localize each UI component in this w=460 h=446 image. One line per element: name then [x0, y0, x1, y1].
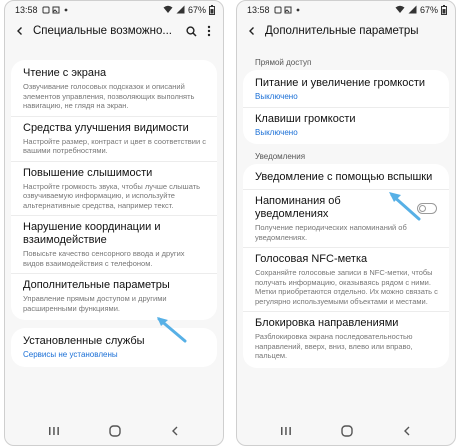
left-phone-screen: 13:58 67% Специальные возможно... Чтение…: [4, 0, 224, 446]
back-button[interactable]: [243, 22, 261, 40]
settings-list: Прямой доступ Питание и увеличение громк…: [237, 54, 455, 417]
list-item-visibility[interactable]: Средства улучшения видимости Настройте р…: [11, 117, 217, 162]
sim-icon: [274, 6, 282, 13]
list-item-advanced-settings[interactable]: Дополнительные параметры Управление прям…: [11, 274, 217, 318]
list-item-dexterity[interactable]: Нарушение координации и взаимодействие П…: [11, 216, 217, 274]
notification-icons: [42, 6, 70, 14]
item-title: Клавиши громкости: [255, 112, 356, 125]
page-title: Дополнительные параметры: [265, 25, 419, 37]
section-header-notifications: Уведомления: [255, 152, 306, 161]
item-status: Выключено: [255, 92, 298, 101]
list-item-flash-notification[interactable]: Уведомление с помощью вспышки: [243, 166, 449, 190]
list-item-notification-reminders[interactable]: Напоминания об уведомлениях Получение пе…: [243, 190, 449, 248]
image-icon: [52, 6, 60, 13]
list-item-direction-lock[interactable]: Блокировка направлениями Разблокировка э…: [243, 312, 449, 366]
image-icon: [284, 6, 292, 13]
wifi-icon: [163, 5, 173, 13]
item-description: Озвучивание голосовых подсказок и описан…: [23, 82, 195, 110]
page-title: Специальные возможно...: [33, 25, 172, 37]
direct-access-card: Питание и увеличение громкости Выключено…: [243, 70, 449, 144]
battery-icon: [441, 4, 447, 15]
list-item-volume-keys[interactable]: Клавиши громкости Выключено: [243, 108, 449, 143]
reminders-toggle[interactable]: [417, 203, 437, 214]
app-bar: Дополнительные параметры: [237, 18, 455, 44]
notifications-card: Уведомление с помощью вспышки Напоминани…: [243, 164, 449, 368]
item-status: Сервисы не установлены: [23, 350, 118, 359]
status-bar: 13:58 67%: [5, 1, 223, 18]
list-item-voice-nfc-tag[interactable]: Голосовая NFC-метка Сохраняйте голосовые…: [243, 248, 449, 312]
search-icon: [185, 25, 197, 37]
item-title: Уведомление с помощью вспышки: [255, 171, 433, 183]
home-button[interactable]: [109, 425, 121, 437]
app-bar: Специальные возможно...: [5, 18, 223, 44]
item-description: Настройте громкость звука, чтобы лучше с…: [23, 181, 201, 210]
status-right: 67%: [163, 4, 215, 15]
item-description: Повысьте качество сенсорного ввода и дру…: [23, 249, 185, 268]
item-description: Управление прямым доступом и другими рас…: [23, 294, 167, 313]
back-nav-button[interactable]: [402, 426, 412, 436]
item-description: Получение периодических напоминаний об у…: [255, 223, 407, 242]
notification-icons: [274, 6, 302, 14]
dot-icon: [296, 8, 299, 11]
item-title: Нарушение координации и взаимодействие: [23, 221, 161, 246]
wifi-icon: [395, 5, 405, 13]
item-status: Выключено: [255, 127, 298, 137]
chevron-left-icon: [17, 27, 22, 35]
item-title: Дополнительные параметры: [23, 279, 170, 291]
status-right: 67%: [395, 4, 447, 15]
back-nav-button[interactable]: [170, 426, 180, 436]
signal-icon: [408, 5, 417, 14]
item-title: Питание и увеличение громкости: [255, 77, 426, 89]
more-vert-icon: [207, 25, 211, 37]
home-button[interactable]: [341, 425, 353, 437]
status-time: 13:58: [15, 4, 38, 15]
item-title: Голосовая NFC-метка: [255, 253, 368, 265]
installed-services-card: Установленные службы Сервисы не установл…: [11, 328, 217, 367]
list-item-screen-reader[interactable]: Чтение с экрана Озвучивание голосовых по…: [11, 62, 217, 117]
status-time: 13:58: [247, 4, 270, 15]
sim-icon: [42, 6, 50, 13]
item-title: Блокировка направлениями: [255, 317, 399, 329]
accessibility-card: Чтение с экрана Озвучивание голосовых по…: [11, 60, 217, 320]
signal-icon: [176, 5, 185, 14]
battery-percent: 67%: [419, 4, 438, 15]
settings-list: Чтение с экрана Озвучивание голосовых по…: [5, 54, 223, 417]
item-title: Чтение с экрана: [23, 67, 107, 79]
item-title: Повышение слышимости: [23, 166, 153, 179]
item-description: Настройте размер, контраст и цвет в соот…: [23, 136, 206, 156]
search-button[interactable]: [183, 22, 199, 40]
nav-bar: [5, 417, 223, 445]
right-phone-screen: 13:58 67% Дополнительные параметры Прямо…: [236, 0, 456, 446]
toggle-knob: [419, 205, 426, 212]
chevron-left-icon: [249, 27, 254, 35]
item-title: Установленные службы: [23, 335, 145, 347]
more-options-button[interactable]: [201, 22, 217, 40]
back-button[interactable]: [11, 22, 29, 40]
item-description: Разблокировка экрана последовательностью…: [255, 332, 413, 360]
item-title: Напоминания об уведомлениях: [255, 195, 341, 220]
item-title: Средства улучшения видимости: [23, 121, 189, 134]
battery-percent: 67%: [187, 4, 206, 15]
list-item-installed-services[interactable]: Установленные службы Сервисы не установл…: [11, 330, 217, 365]
list-item-power-volume[interactable]: Питание и увеличение громкости Выключено: [243, 72, 449, 108]
item-description: Сохраняйте голосовые записи в NFC-метки,…: [255, 268, 438, 306]
section-header-direct-access: Прямой доступ: [255, 58, 312, 67]
battery-icon: [209, 4, 215, 15]
recent-apps-button[interactable]: [48, 426, 60, 436]
dot-icon: [64, 8, 67, 11]
nav-bar: [237, 417, 455, 445]
list-item-hearing[interactable]: Повышение слышимости Настройте громкость…: [11, 162, 217, 216]
recent-apps-button[interactable]: [280, 426, 292, 436]
status-bar: 13:58 67%: [237, 1, 455, 18]
